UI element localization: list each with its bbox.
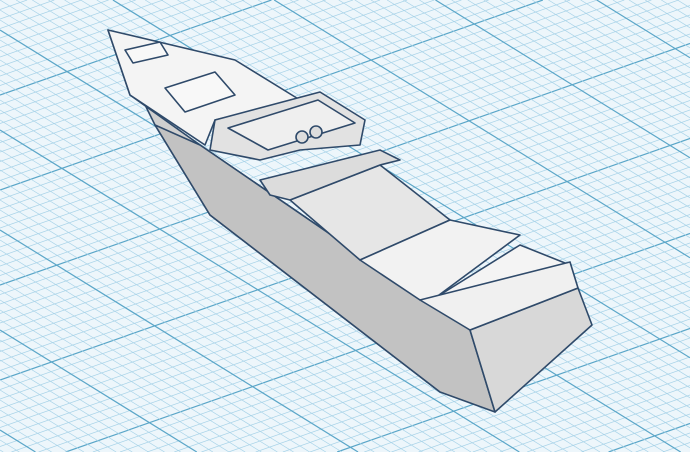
grid-line (532, 0, 690, 99)
grid-line (0, 269, 294, 452)
grid-line (0, 329, 198, 452)
grid-line (370, 0, 690, 199)
grid-line (515, 0, 690, 109)
grid-line (677, 0, 690, 9)
grid-line (467, 0, 690, 139)
grid-line (0, 439, 20, 452)
grid-line (608, 422, 690, 452)
grid-line (0, 409, 68, 452)
grid-line (0, 399, 85, 452)
grid-line (0, 289, 262, 452)
grid-line (0, 389, 101, 452)
grid-line (0, 259, 310, 452)
workplane-viewport[interactable] (0, 0, 690, 452)
grid-line (0, 429, 36, 452)
grid-line (419, 0, 690, 169)
grid-line (527, 394, 690, 452)
grid-line (580, 0, 690, 69)
grid-line (661, 0, 690, 19)
grid-line (0, 0, 109, 39)
grid-line (386, 0, 690, 189)
grid-line (0, 0, 82, 29)
grid-line (0, 339, 181, 452)
grid-line (435, 0, 690, 159)
grid-line (0, 0, 55, 20)
grid-line (0, 319, 214, 452)
grid-line (628, 0, 690, 39)
grid-line (451, 0, 690, 149)
grid-line (403, 0, 690, 179)
grid-line (0, 249, 326, 452)
grid-line (564, 0, 690, 79)
gauge-icon (309, 125, 323, 139)
grid-line (612, 0, 690, 49)
grid-line (0, 299, 246, 452)
grid-line (354, 0, 690, 209)
grid-line (581, 413, 690, 452)
gauge-icon (295, 130, 309, 144)
